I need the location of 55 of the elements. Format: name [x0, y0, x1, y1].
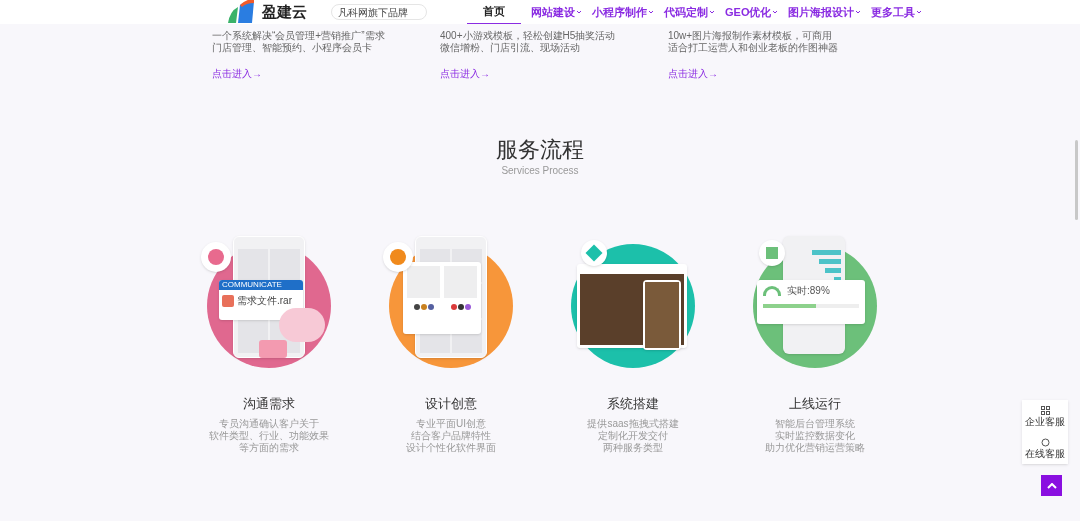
chart-bar [819, 259, 841, 264]
step-description: 软件类型、行业、功能效果 [209, 429, 329, 442]
step-description: 设计个性化软件界面 [406, 441, 496, 454]
section-subtitle: Services Process [501, 164, 579, 178]
logo-icon [226, 0, 256, 25]
nav-link[interactable]: 图片海报设计 [788, 0, 862, 24]
progress-fill [763, 304, 816, 308]
chart-bar [812, 250, 841, 255]
card-header: COMMUNICATE [219, 280, 303, 290]
support-button[interactable]: 在线客服 [1022, 432, 1068, 464]
support-button[interactable]: 企业客服 [1022, 400, 1068, 432]
step-description: 等方面的需求 [239, 441, 299, 454]
file-icon [222, 295, 234, 307]
step-description: 结合客户品牌特性 [411, 429, 491, 442]
brand-name: 盈建云 [262, 1, 307, 22]
nav-link[interactable]: 首页 [467, 0, 521, 24]
search-field[interactable]: 凡科网旗下品牌 [331, 4, 427, 20]
enter-link[interactable]: 点击进入→ [668, 66, 718, 81]
step-title: 上线运行 [789, 395, 841, 413]
grid-icon [1040, 405, 1050, 415]
step-title: 设计创意 [425, 395, 477, 413]
step-description: 实时监控数据变化 [775, 429, 855, 442]
screen-tile [270, 249, 300, 283]
card-description: 400+小游戏模板，轻松创建H5抽奖活动 [440, 30, 617, 42]
step-description: 定制化开发交付 [598, 429, 668, 442]
card-description: 微信增粉、门店引流、现场活动 [440, 42, 581, 54]
gauge-icon [763, 286, 781, 296]
step-description: 助力优化营销运营策略 [765, 441, 865, 454]
card-description: 门店管理、智能预约、小程序会员卡 [212, 42, 373, 54]
card-description: 一个系统解决“会员管理+营销推广”需求 [212, 30, 386, 42]
step-title: 系统搭建 [607, 395, 659, 413]
step-description: 智能后台管理系统 [775, 417, 855, 430]
nav-link[interactable]: 更多工具 [871, 0, 923, 24]
card-description: 适合打工运营人和创业老板的作图神器 [668, 42, 839, 54]
screen-tile [238, 249, 268, 283]
nav-link[interactable]: 小程序制作 [592, 0, 654, 24]
nav-link[interactable]: 网站建设 [531, 0, 582, 24]
chevron-up-icon [1046, 482, 1057, 489]
step-title: 沟通需求 [243, 395, 295, 413]
step-description: 专员沟通确认客户关于 [219, 417, 319, 430]
enter-link[interactable]: 点击进入→ [440, 66, 490, 81]
back-to-top-button[interactable] [1041, 475, 1062, 496]
file-name: 需求文件.rar [237, 296, 292, 306]
step-description: 两种服务类型 [603, 441, 663, 454]
nav-link[interactable]: GEO优化 [725, 0, 779, 24]
realtime-reading: 实时:89% [787, 286, 830, 296]
card-description: 10w+图片海报制作素材模板，可商用 [668, 30, 834, 42]
enter-link[interactable]: 点击进入→ [212, 66, 262, 81]
note-card [259, 340, 287, 358]
step-description: 提供saas拖拽式搭建 [587, 417, 679, 430]
section-title: 服务流程 [496, 137, 584, 163]
step-description: 专业平面UI创意 [416, 417, 486, 430]
nav-link[interactable]: 代码定制 [664, 0, 715, 24]
image-placeholder [407, 266, 440, 298]
chart-bar [824, 268, 841, 273]
